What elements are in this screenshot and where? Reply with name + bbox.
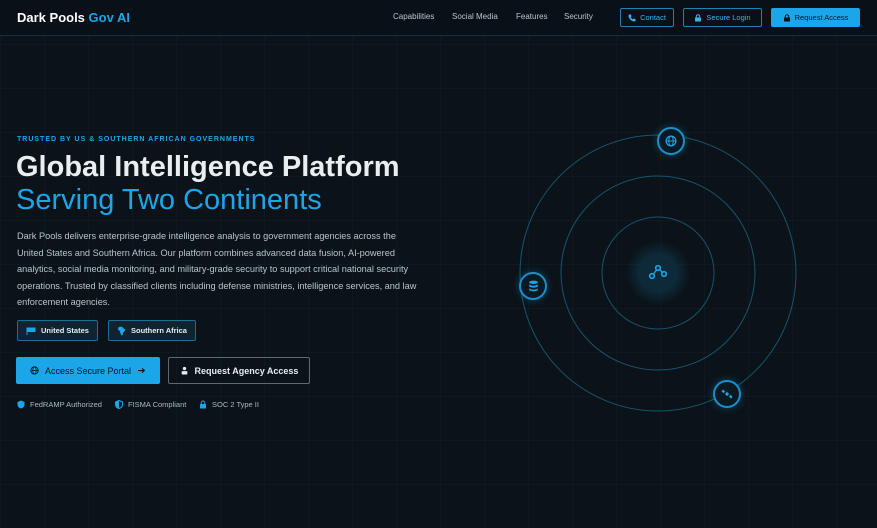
region-label: Southern Africa (131, 326, 187, 335)
compliance-label: FISMA Compliant (128, 400, 187, 409)
nav-link-capabilities[interactable]: Capabilities (393, 12, 434, 21)
database-icon (528, 280, 538, 292)
globe-icon (30, 366, 39, 375)
request-agency-access-button[interactable]: Request Agency Access (168, 357, 310, 384)
satellite-icon (721, 389, 733, 399)
region-chip-southern-africa: Southern Africa (108, 320, 196, 341)
request-access-button[interactable]: Request Access (771, 8, 860, 27)
hero-description: Dark Pools delivers enterprise-grade int… (17, 231, 417, 307)
contact-button[interactable]: Contact (620, 8, 674, 27)
secure-login-button[interactable]: Secure Login (683, 8, 762, 27)
compliance-label: FedRAMP Authorized (30, 400, 102, 409)
compliance-badge-soc2: SOC 2 Type II (199, 400, 259, 409)
africa-icon (118, 326, 126, 335)
nav-link-security[interactable]: Security (564, 12, 593, 21)
lock-icon (783, 13, 790, 21)
orbit-node-globe (657, 127, 685, 155)
orbit-illustration (518, 127, 798, 413)
globe-icon (665, 135, 677, 147)
access-secure-portal-button[interactable]: Access Secure Portal (16, 357, 160, 384)
request-access-label: Request Access (794, 13, 849, 22)
shield-half-icon (115, 400, 123, 409)
arrow-right-icon (138, 367, 146, 374)
lock-icon (200, 400, 206, 409)
region-chip-united-states: United States (17, 320, 98, 341)
orbit-node-satellite (713, 380, 741, 408)
region-label: United States (41, 326, 89, 335)
compliance-badge-fedramp: FedRAMP Authorized (17, 400, 102, 409)
network-icon (648, 262, 668, 287)
nav-link-features[interactable]: Features (516, 12, 548, 21)
shield-icon (17, 400, 25, 409)
compliance-badge-fisma: FISMA Compliant (115, 400, 186, 409)
request-agency-access-label: Request Agency Access (194, 365, 299, 376)
contact-button-label: Contact (640, 13, 666, 22)
compliance-label: SOC 2 Type II (212, 400, 259, 409)
nav-link-social-media[interactable]: Social Media (452, 12, 498, 21)
top-navigation-bar: Dark Pools Gov AI Capabilities Social Me… (0, 0, 877, 36)
secure-login-label: Secure Login (706, 13, 751, 22)
brand-accent: Gov AI (88, 10, 130, 25)
access-secure-portal-label: Access Secure Portal (44, 365, 132, 376)
hero-eyebrow: TRUSTED BY US & SOUTHERN AFRICAN GOVERNM… (17, 136, 256, 143)
hero-title: Global Intelligence Platform (16, 151, 400, 183)
lock-icon (695, 13, 702, 21)
brand-logo[interactable]: Dark Pools Gov AI (17, 10, 130, 25)
user-lock-icon (181, 366, 187, 375)
orbit-node-database (519, 272, 547, 300)
phone-icon (628, 14, 636, 21)
brand-name: Dark Pools (17, 10, 85, 25)
flag-icon (26, 327, 36, 335)
hero-subtitle: Serving Two Continents (16, 184, 322, 216)
